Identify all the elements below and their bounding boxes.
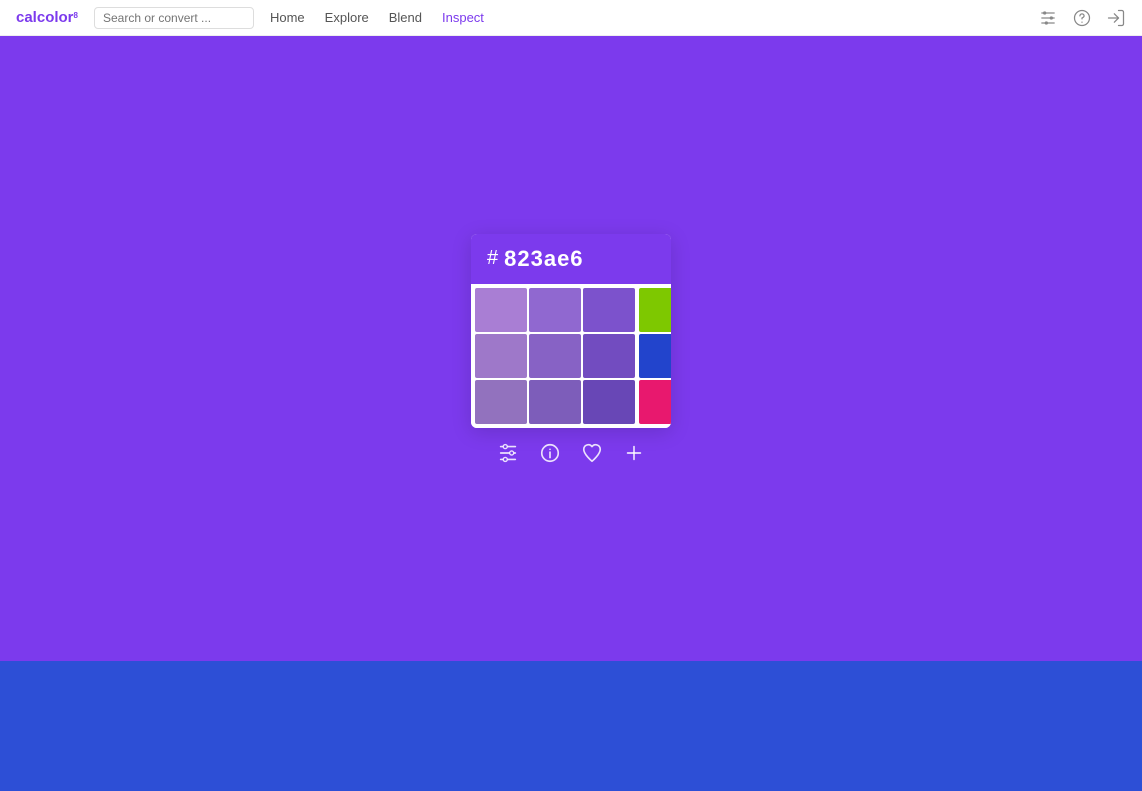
info-action-svg: [539, 442, 561, 464]
nav-blend[interactable]: Blend: [389, 10, 422, 25]
card-body: [471, 284, 671, 428]
palette-grid: [475, 288, 635, 424]
sliders-svg: [1038, 8, 1058, 28]
login-nav-icon[interactable]: [1106, 8, 1126, 28]
main-content: # 823ae6: [0, 36, 1142, 791]
palette-cell-0[interactable]: [475, 288, 527, 332]
help-svg: [1072, 8, 1092, 28]
logo-text: calcolor: [16, 9, 74, 26]
palette-cell-4[interactable]: [529, 334, 581, 378]
hash-symbol: #: [487, 247, 498, 270]
palette-cell-8[interactable]: [583, 380, 635, 424]
purple-section: # 823ae6: [0, 36, 1142, 661]
palette-cell-1[interactable]: [529, 288, 581, 332]
logo-sup: 8: [74, 11, 78, 20]
nav-explore[interactable]: Explore: [325, 10, 369, 25]
action-row: [497, 442, 645, 464]
sliders-nav-icon[interactable]: [1038, 8, 1058, 28]
heart-action-svg: [581, 442, 603, 464]
palette-cell-2[interactable]: [583, 288, 635, 332]
side-palette: [639, 288, 671, 424]
palette-cell-7[interactable]: [529, 380, 581, 424]
blue-section: [0, 661, 1142, 791]
login-svg: [1106, 8, 1126, 28]
nav-right: [1038, 8, 1126, 28]
search-input[interactable]: [94, 7, 254, 29]
palette-cell-3[interactable]: [475, 334, 527, 378]
nav-links: Home Explore Blend Inspect: [270, 10, 484, 25]
add-action-icon[interactable]: [623, 442, 645, 464]
nav-home[interactable]: Home: [270, 10, 305, 25]
color-card[interactable]: # 823ae6: [471, 234, 671, 428]
card-header: # 823ae6: [471, 234, 671, 284]
palette-cell-6[interactable]: [475, 380, 527, 424]
card-wrapper: # 823ae6: [471, 234, 671, 464]
heart-action-icon[interactable]: [581, 442, 603, 464]
side-color-green[interactable]: [639, 288, 671, 332]
sliders-action-svg: [497, 442, 519, 464]
side-color-pink[interactable]: [639, 380, 671, 424]
help-nav-icon[interactable]: [1072, 8, 1092, 28]
navbar: calcolor 8 Home Explore Blend Inspect: [0, 0, 1142, 36]
nav-inspect[interactable]: Inspect: [442, 10, 484, 25]
info-action-icon[interactable]: [539, 442, 561, 464]
palette-cell-5[interactable]: [583, 334, 635, 378]
sliders-action-icon[interactable]: [497, 442, 519, 464]
logo[interactable]: calcolor 8: [16, 9, 78, 26]
side-color-blue[interactable]: [639, 334, 671, 378]
hex-value: 823ae6: [504, 246, 583, 272]
add-action-svg: [623, 442, 645, 464]
